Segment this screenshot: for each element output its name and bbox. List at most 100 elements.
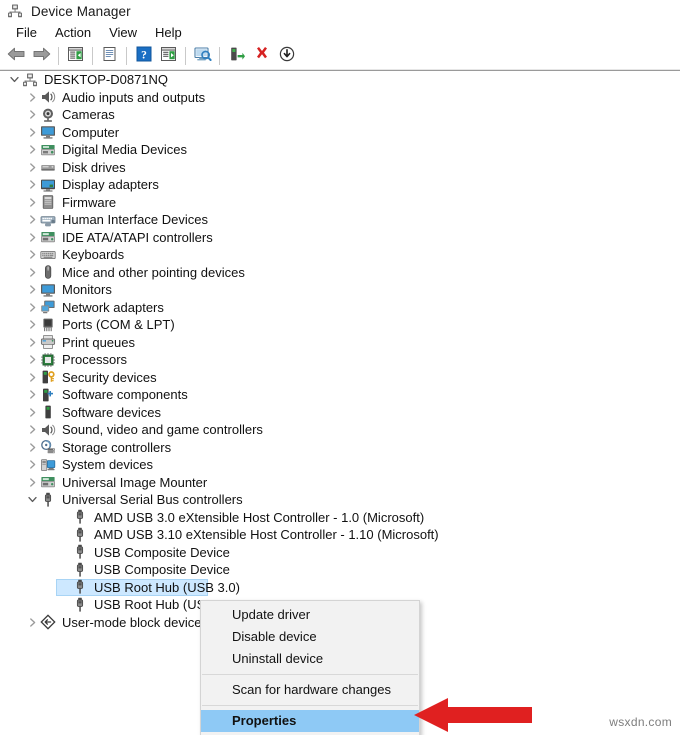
tree-item-label: Processors bbox=[62, 352, 128, 368]
tree-item[interactable]: AMD USB 3.0 eXtensible Host Controller -… bbox=[0, 509, 680, 527]
software-component-icon bbox=[40, 387, 56, 403]
toolbar-update-driver-button[interactable] bbox=[156, 45, 181, 68]
chevron-right-icon[interactable] bbox=[24, 387, 40, 403]
chevron-right-icon[interactable] bbox=[24, 317, 40, 333]
tree-item[interactable]: Display adapters bbox=[0, 176, 680, 194]
tree-item[interactable]: Software devices bbox=[0, 404, 680, 422]
update-driver-icon bbox=[160, 46, 177, 67]
chevron-down-icon[interactable] bbox=[6, 72, 22, 88]
tree-item[interactable]: Storage controllers bbox=[0, 439, 680, 457]
toolbar-separator bbox=[185, 47, 186, 65]
toolbar-uninstall-device-button[interactable] bbox=[249, 45, 274, 68]
tree-item[interactable]: Network adapters bbox=[0, 299, 680, 317]
properties-icon bbox=[102, 46, 117, 67]
chevron-right-icon[interactable] bbox=[24, 352, 40, 368]
tree-item[interactable]: Digital Media Devices bbox=[0, 141, 680, 159]
context-menu[interactable]: Update driver Disable device Uninstall dev… bbox=[200, 600, 420, 735]
tree-item[interactable]: Audio inputs and outputs bbox=[0, 89, 680, 107]
toolbar-help-button[interactable]: ? bbox=[131, 45, 156, 68]
tree-item[interactable]: Computer bbox=[0, 124, 680, 142]
chevron-right-icon[interactable] bbox=[24, 124, 40, 140]
security-device-icon bbox=[40, 369, 56, 385]
back-arrow-icon bbox=[7, 46, 26, 67]
tree-item-selected[interactable]: USB Root Hub (USB 3.0) bbox=[0, 578, 680, 596]
menu-help[interactable]: Help bbox=[146, 24, 191, 42]
chevron-right-icon[interactable] bbox=[24, 614, 40, 630]
tree-item[interactable]: Mice and other pointing devices bbox=[0, 264, 680, 282]
tree-item[interactable]: Sound, video and game controllers bbox=[0, 421, 680, 439]
tree-item[interactable]: System devices bbox=[0, 456, 680, 474]
chevron-right-icon[interactable] bbox=[24, 282, 40, 298]
chevron-right-icon[interactable] bbox=[24, 369, 40, 385]
tree-item-label: Keyboards bbox=[62, 247, 125, 263]
show-hide-console-tree-icon bbox=[67, 46, 84, 67]
toolbar-enable-device-button[interactable] bbox=[224, 45, 249, 68]
uninstall-device-icon bbox=[254, 46, 270, 67]
context-menu-item-update-driver[interactable]: Update driver bbox=[201, 604, 419, 626]
tree-item[interactable]: Keyboards bbox=[0, 246, 680, 264]
tree-item[interactable]: USB Composite Device bbox=[0, 561, 680, 579]
forward-arrow-icon bbox=[32, 46, 51, 67]
tree-item[interactable]: Disk drives bbox=[0, 159, 680, 177]
chevron-right-icon[interactable] bbox=[24, 194, 40, 210]
expander-placeholder bbox=[56, 509, 72, 525]
chevron-right-icon[interactable] bbox=[24, 299, 40, 315]
toolbar-disable-device-button[interactable] bbox=[274, 45, 299, 68]
tree-item[interactable]: Print queues bbox=[0, 334, 680, 352]
tree-item[interactable]: Ports (COM & LPT) bbox=[0, 316, 680, 334]
chevron-right-icon[interactable] bbox=[24, 89, 40, 105]
chevron-right-icon[interactable] bbox=[24, 422, 40, 438]
toolbar-properties-button[interactable] bbox=[97, 45, 122, 68]
tree-item[interactable]: Universal Serial Bus controllers bbox=[0, 491, 680, 509]
tree-item[interactable]: IDE ATA/ATAPI controllers bbox=[0, 229, 680, 247]
tree-item[interactable]: Human Interface Devices bbox=[0, 211, 680, 229]
tree-item[interactable]: Cameras bbox=[0, 106, 680, 124]
device-manager-icon bbox=[7, 3, 23, 19]
tree-item[interactable]: AMD USB 3.10 eXtensible Host Controller … bbox=[0, 526, 680, 544]
chevron-right-icon[interactable] bbox=[24, 142, 40, 158]
tree-item[interactable]: Processors bbox=[0, 351, 680, 369]
context-menu-item-properties[interactable]: Properties bbox=[201, 710, 419, 732]
context-menu-item-scan-for-hardware-changes[interactable]: Scan for hardware changes bbox=[201, 679, 419, 701]
chevron-right-icon[interactable] bbox=[24, 264, 40, 280]
menu-view[interactable]: View bbox=[100, 24, 146, 42]
toolbar-scan-hardware-button[interactable] bbox=[190, 45, 215, 68]
chevron-right-icon[interactable] bbox=[24, 457, 40, 473]
context-menu-item-disable-device[interactable]: Disable device bbox=[201, 626, 419, 648]
tree-item[interactable]: Universal Image Mounter bbox=[0, 474, 680, 492]
tree-item[interactable]: DESKTOP-D0871NQ bbox=[0, 71, 680, 89]
disable-device-icon bbox=[279, 46, 295, 67]
chevron-right-icon[interactable] bbox=[24, 334, 40, 350]
chevron-down-icon[interactable] bbox=[24, 492, 40, 508]
toolbar-forward-button[interactable] bbox=[29, 45, 54, 68]
tree-item[interactable]: USB Composite Device bbox=[0, 544, 680, 562]
chevron-right-icon[interactable] bbox=[24, 247, 40, 263]
chevron-right-icon[interactable] bbox=[24, 107, 40, 123]
tree-item-label: IDE ATA/ATAPI controllers bbox=[62, 229, 213, 245]
tree-item[interactable]: Software components bbox=[0, 386, 680, 404]
device-manager-window: Device Manager File Action View Help ? D… bbox=[0, 0, 680, 735]
usb-icon bbox=[72, 527, 88, 543]
menu-action[interactable]: Action bbox=[46, 24, 100, 42]
chevron-right-icon[interactable] bbox=[24, 212, 40, 228]
toolbar-console-tree-button[interactable] bbox=[63, 45, 88, 68]
chevron-right-icon[interactable] bbox=[24, 439, 40, 455]
usb-icon bbox=[72, 509, 88, 525]
tree-item-label: Storage controllers bbox=[62, 439, 172, 455]
chevron-right-icon[interactable] bbox=[24, 404, 40, 420]
hid-icon bbox=[40, 212, 56, 228]
menu-file[interactable]: File bbox=[7, 24, 46, 42]
red-left-arrow-annotation bbox=[414, 698, 532, 732]
tree-item[interactable]: Monitors bbox=[0, 281, 680, 299]
title-bar: Device Manager bbox=[0, 0, 680, 22]
chevron-right-icon[interactable] bbox=[24, 159, 40, 175]
tree-item[interactable]: Security devices bbox=[0, 369, 680, 387]
tree-item-label: Ports (COM & LPT) bbox=[62, 317, 175, 333]
chevron-right-icon[interactable] bbox=[24, 474, 40, 490]
tree-item-label: Print queues bbox=[62, 334, 135, 350]
chevron-right-icon[interactable] bbox=[24, 177, 40, 193]
context-menu-item-uninstall-device[interactable]: Uninstall device bbox=[201, 648, 419, 670]
tree-item[interactable]: Firmware bbox=[0, 194, 680, 212]
chevron-right-icon[interactable] bbox=[24, 229, 40, 245]
toolbar-back-button[interactable] bbox=[4, 45, 29, 68]
